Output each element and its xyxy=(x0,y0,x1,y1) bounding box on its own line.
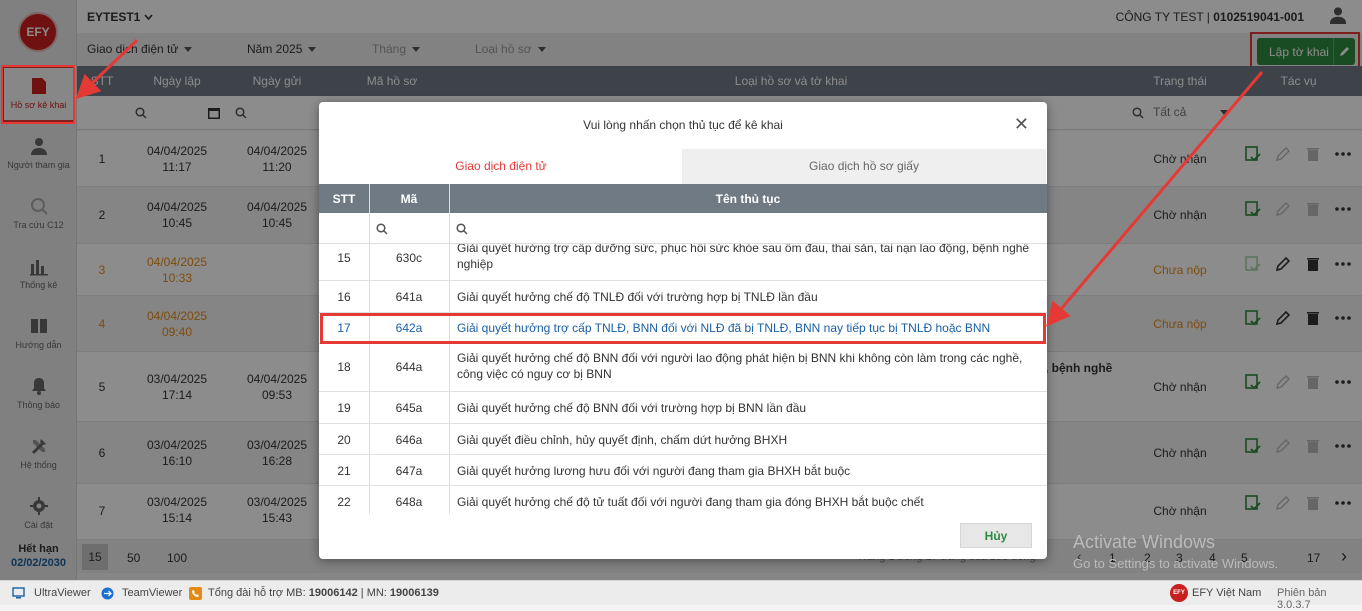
col-code: Mã xyxy=(400,192,418,206)
search-icon[interactable] xyxy=(456,223,468,235)
procedure-stt: 19 xyxy=(337,401,351,415)
dialog-tabs: Giao dịch điện tử Giao dịch hồ sơ giấy xyxy=(319,149,1047,184)
procedure-row[interactable]: 18 644a Giải quyết hưởng chế độ BNN đối … xyxy=(319,344,1047,392)
app-root: EFY Hồ sơ kê khai Người tham gia Tra cứu… xyxy=(0,0,1362,611)
procedure-row[interactable]: 15 630c Giải quyết hưởng trợ cấp dưỡng s… xyxy=(319,244,1047,281)
hotline-mb: 19006142 xyxy=(308,587,358,599)
procedure-code: 630c xyxy=(395,251,423,265)
procedure-row[interactable]: 22 648a Giải quyết hưởng chế độ tử tuất … xyxy=(319,486,1047,514)
teamviewer-icon[interactable] xyxy=(101,587,114,600)
hotline-info: Tổng đài hỗ trợ MB: 19006142 | MN: 19006… xyxy=(208,587,439,599)
col-stt: STT xyxy=(332,192,356,206)
procedure-name: Giải quyết điều chỉnh, hủy quyết định, c… xyxy=(457,433,788,447)
procedure-table-header: STT Mã Tên thủ tục xyxy=(319,184,1047,213)
hotline-label: Tổng đài hỗ trợ MB: xyxy=(208,587,309,599)
procedure-code: 647a xyxy=(395,464,423,478)
activation-watermark: Activate Windows xyxy=(1073,532,1216,552)
procedure-row[interactable]: 19 645a Giải quyết hưởng chế độ BNN đối … xyxy=(319,392,1047,424)
procedure-stt: 18 xyxy=(337,360,351,374)
selected-row-highlight xyxy=(320,313,1046,344)
cancel-button[interactable]: Hủy xyxy=(960,523,1032,548)
search-icon[interactable] xyxy=(376,223,388,235)
procedure-stt: 16 xyxy=(337,290,351,304)
brand-name: EFY Việt Nam xyxy=(1192,587,1262,599)
tab-electronic[interactable]: Giao dịch điện tử xyxy=(319,149,683,184)
procedure-name: Giải quyết hưởng trợ cấp dưỡng sức, phục… xyxy=(457,244,1030,271)
procedure-code: 645a xyxy=(395,401,423,415)
dialog-title: Vui lòng nhấn chọn thủ tục để kê khai xyxy=(583,118,783,132)
procedure-row[interactable]: 21 647a Giải quyết hưởng lương hưu đối v… xyxy=(319,455,1047,486)
procedure-stt: 15 xyxy=(337,251,351,265)
procedure-name: Giải quyết hưởng chế độ tử tuất đối với … xyxy=(457,495,924,509)
procedure-stt: 22 xyxy=(337,495,351,509)
efy-footer-logo: EFY xyxy=(1170,584,1188,602)
col-procedure-name: Tên thủ tục xyxy=(715,192,781,206)
activation-watermark-sub: Go to Settings to activate Windows. xyxy=(1073,556,1279,571)
procedure-row[interactable]: 20 646a Giải quyết điều chỉnh, hủy quyết… xyxy=(319,424,1047,455)
teamviewer-link[interactable]: TeamViewer xyxy=(122,587,182,599)
procedure-row[interactable]: 16 641a Giải quyết hưởng chế độ TNLĐ đối… xyxy=(319,281,1047,313)
procedure-code: 646a xyxy=(395,433,423,447)
procedure-stt: 20 xyxy=(337,433,351,447)
procedure-list: 15 630c Giải quyết hưởng trợ cấp dưỡng s… xyxy=(319,244,1047,514)
procedure-code: 641a xyxy=(395,290,423,304)
close-icon[interactable]: ✕ xyxy=(1014,114,1029,135)
procedure-stt: 21 xyxy=(337,464,351,478)
procedure-code: 648a xyxy=(395,495,423,509)
ultraviewer-icon[interactable] xyxy=(12,587,25,599)
ultraviewer-link[interactable]: UltraViewer xyxy=(34,587,91,599)
procedure-name: Giải quyết hưởng chế độ BNN đối với ngườ… xyxy=(457,351,1023,381)
procedure-code: 644a xyxy=(395,360,423,374)
procedure-name: Giải quyết hưởng lương hưu đối với người… xyxy=(457,464,851,478)
footer: UltraViewer TeamViewer Tổng đài hỗ trợ M… xyxy=(0,580,1362,611)
version-label: Phiên bản 3.0.3.7 xyxy=(1277,587,1327,611)
tab-paper[interactable]: Giao dịch hồ sơ giấy xyxy=(682,149,1046,184)
hotline-mn: 19006139 xyxy=(389,587,439,599)
hotline-separator: | MN: xyxy=(357,587,390,599)
sidebar-item-highlight xyxy=(1,65,75,124)
procedure-search-row xyxy=(319,213,1047,244)
procedure-name: Giải quyết hưởng chế độ BNN đối với trườ… xyxy=(457,401,807,415)
procedure-name: Giải quyết hưởng chế độ TNLĐ đối với trư… xyxy=(457,290,818,304)
phone-icon xyxy=(189,587,202,600)
